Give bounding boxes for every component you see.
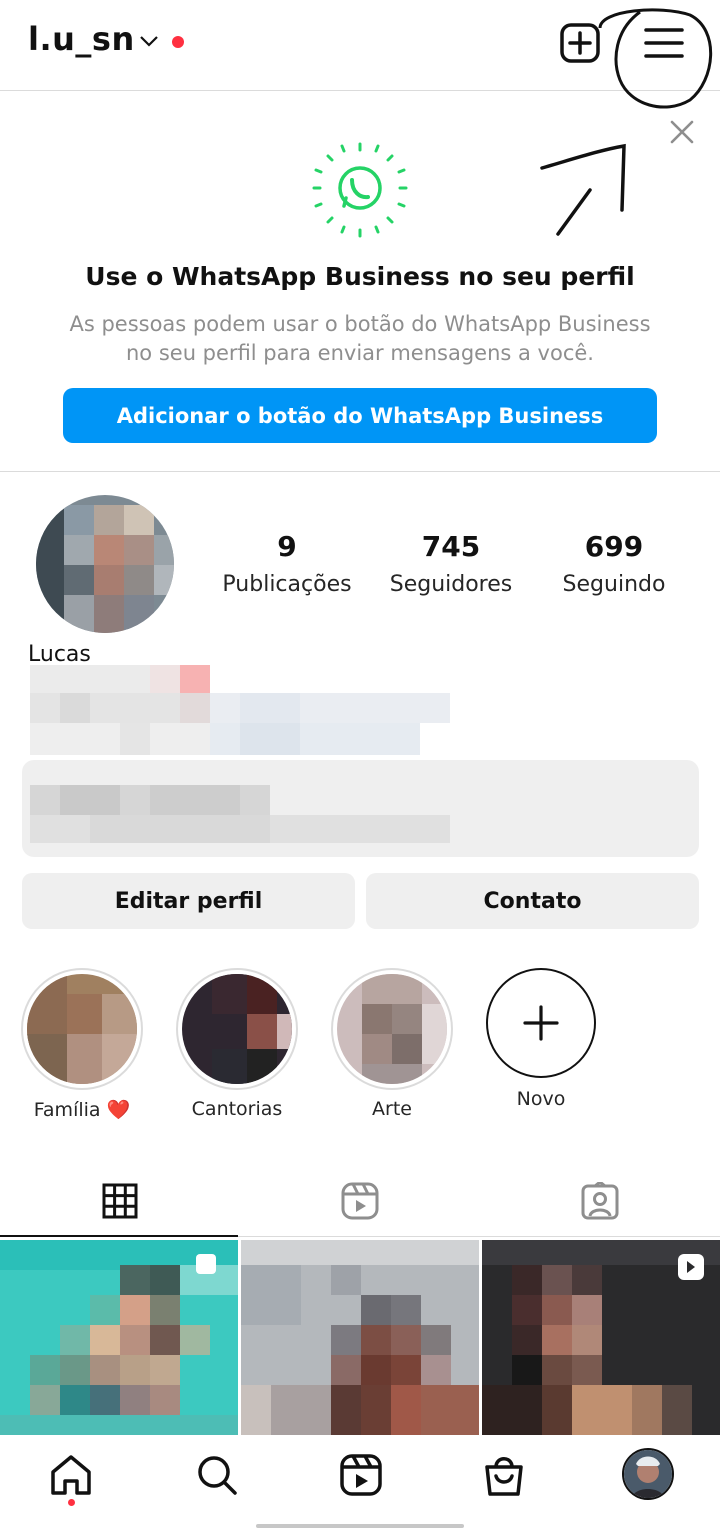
highlight-cantorias[interactable] [176, 968, 298, 1090]
followers-count[interactable]: 745 [361, 530, 541, 563]
post-thumbnail[interactable] [241, 1240, 479, 1435]
highlight-label: Cantorias [191, 1098, 283, 1120]
gesture-bar[interactable] [256, 1524, 464, 1528]
banner-title: Use o WhatsApp Business no seu perfil [85, 262, 635, 291]
divider [0, 471, 720, 472]
highlight-label: Novo [516, 1088, 566, 1110]
close-icon[interactable] [668, 118, 696, 146]
highlight-familia[interactable] [21, 968, 143, 1090]
contact-button[interactable]: Contato [366, 873, 699, 929]
home-notification-dot [68, 1499, 75, 1506]
reels-icon[interactable] [338, 1452, 384, 1498]
following-label[interactable]: Seguindo [524, 572, 704, 597]
highlight-label: Arte [372, 1098, 412, 1120]
highlight-arte[interactable] [331, 968, 453, 1090]
search-icon[interactable] [194, 1452, 240, 1498]
notification-dot [172, 36, 184, 48]
post-thumbnail[interactable] [482, 1240, 720, 1435]
tagged-icon [581, 1182, 619, 1220]
new-highlight-button[interactable] [486, 968, 596, 1078]
shop-icon[interactable] [481, 1452, 527, 1498]
home-icon[interactable] [48, 1452, 94, 1498]
edit-profile-button[interactable]: Editar perfil [22, 873, 355, 929]
profile-avatar[interactable] [36, 495, 174, 633]
banner-description: As pessoas podem usar o botão do WhatsAp… [69, 312, 651, 365]
tab-reels[interactable] [240, 1165, 480, 1237]
followers-label[interactable]: Seguidores [361, 572, 541, 597]
tab-grid[interactable] [0, 1165, 240, 1237]
following-count[interactable]: 699 [524, 530, 704, 563]
highlight-label: Família ❤️ [33, 1099, 131, 1121]
grid-icon [102, 1183, 138, 1219]
posts-label[interactable]: Publicações [197, 572, 377, 597]
plus-icon [523, 1005, 559, 1041]
tab-tagged[interactable] [480, 1165, 720, 1237]
reels-icon [341, 1182, 379, 1220]
bio-blurred [30, 665, 450, 755]
menu-icon[interactable] [642, 24, 686, 62]
blurred-info-box [22, 760, 699, 857]
posts-count[interactable]: 9 [197, 530, 377, 563]
chevron-down-icon[interactable] [138, 30, 160, 52]
username-switcher[interactable]: l.u_sn [28, 20, 135, 58]
post-thumbnail[interactable] [0, 1240, 238, 1435]
profile-avatar[interactable] [622, 1448, 674, 1500]
whatsapp-icon [312, 142, 408, 238]
add-post-icon[interactable] [559, 22, 601, 64]
active-tab-indicator [0, 1235, 238, 1237]
add-whatsapp-button[interactable]: Adicionar o botão do WhatsApp Business [63, 388, 657, 443]
